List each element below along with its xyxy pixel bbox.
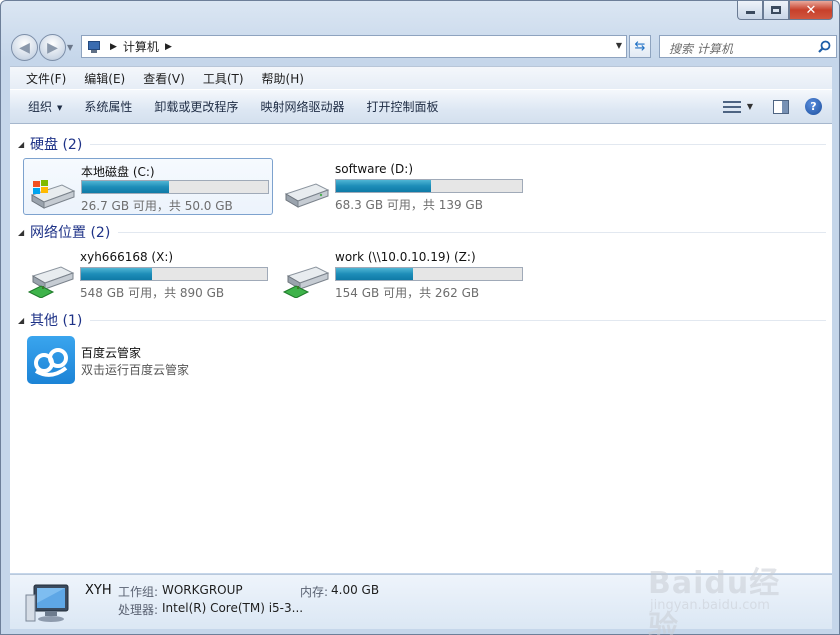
map-network-drive-button[interactable]: 映射网络驱动器 [249,98,355,115]
search-icon[interactable] [818,40,831,53]
group-header-other[interactable]: ◢ 其他 (1) [18,310,826,330]
view-controls: ▼ ? [722,98,822,115]
baidu-jingyan-watermark: Baidu经验 jingyan.baidu.com [646,546,806,635]
search-input[interactable]: 搜索 计算机 [659,35,837,58]
drive-usage-fill [82,181,169,193]
drive-name: software (D:) [335,162,413,176]
menu-view[interactable]: 查看(V) [134,70,194,87]
navigation-row: ◀ ▶ ▼ ▶ 计算机 ▶ ▼ ⇆ 搜索 计算机 [9,31,837,61]
divider [90,319,826,321]
refresh-icon: ⇆ [634,39,646,54]
caption-buttons: ✕ [737,1,833,20]
memory-label: 内存: [300,585,329,599]
menu-file[interactable]: 文件(F) [17,70,75,87]
menu-help[interactable]: 帮助(H) [253,70,313,87]
divider [118,231,826,233]
drive-name: work (\\10.0.10.19) (Z:) [335,250,476,264]
system-properties-button[interactable]: 系统属性 [73,98,143,115]
explorer-window: ✕ ◀ ▶ ▼ ▶ 计算机 ▶ ▼ ⇆ 搜索 计算机 文件(F) 编辑(E) 查… [0,0,840,635]
maximize-button[interactable] [763,1,789,20]
open-control-panel-button[interactable]: 打开控制面板 [355,98,449,115]
drive-tile-x[interactable]: xyh666168 (X:) 548 GB 可用，共 890 GB [23,246,273,303]
watermark-sub: jingyan.baidu.com [650,598,770,613]
divider [90,143,826,145]
network-drive-icon [282,266,330,298]
collapse-arrow-icon[interactable]: ◢ [18,228,30,237]
group-title: 其他 (1) [30,313,83,329]
drive-usage-bar [80,267,268,281]
refresh-button[interactable]: ⇆ [629,35,651,58]
drive-name: xyh666168 (X:) [80,250,174,264]
baidu-cloud-shortcut[interactable]: 百度云管家 双击运行百度云管家 [25,334,305,386]
drive-usage-text: 26.7 GB 可用，共 50.0 GB [81,199,233,213]
group-title: 硬盘 (2) [30,137,83,153]
chevron-down-icon: ▼ [57,104,63,112]
forward-button[interactable]: ▶ [39,34,66,61]
breadcrumb-arrow-icon[interactable]: ▶ [110,42,117,52]
preview-pane-icon[interactable] [773,99,789,114]
address-dropdown-icon[interactable]: ▼ [616,41,622,50]
drive-usage-text: 154 GB 可用，共 262 GB [335,286,480,300]
menu-tools[interactable]: 工具(T) [194,70,253,87]
drive-usage-bar [81,180,269,194]
group-title: 网络位置 (2) [30,225,111,241]
uninstall-program-button[interactable]: 卸载或更改程序 [143,98,249,115]
address-bar[interactable]: ▶ 计算机 ▶ ▼ [81,35,627,58]
watermark-text: Baidu经验 [648,566,781,635]
drive-tile-z[interactable]: work (\\10.0.10.19) (Z:) 154 GB 可用，共 262… [278,246,528,303]
workgroup-label: 工作组: [118,585,159,599]
memory-value: 4.00 GB [331,583,380,597]
drive-tile-c[interactable]: 本地磁盘 (C:) 26.7 GB 可用，共 50.0 GB [23,158,273,215]
menu-bar: 文件(F) 编辑(E) 查看(V) 工具(T) 帮助(H) [10,66,832,89]
content-area: ◢ 硬盘 (2) 本地磁盘 (C:) 26.7 GB 可用，共 50.0 GB [10,124,832,573]
help-icon[interactable]: ? [805,98,822,115]
drive-tile-d[interactable]: software (D:) 68.3 GB 可用，共 139 GB [278,158,528,215]
drive-usage-text: 548 GB 可用，共 890 GB [80,286,225,300]
group-header-network[interactable]: ◢ 网络位置 (2) [18,222,826,242]
organize-label: 组织 [28,100,53,114]
hard-drive-icon [284,183,330,208]
close-icon: ✕ [805,2,817,18]
organize-button[interactable]: 组织 ▼ [17,98,73,115]
drive-usage-text: 68.3 GB 可用，共 139 GB [335,198,483,212]
app-name: 百度云管家 [81,346,142,360]
windows-drive-icon [30,180,76,209]
group-header-hard-disks[interactable]: ◢ 硬盘 (2) [18,134,826,154]
drive-usage-fill [336,180,431,192]
close-button[interactable]: ✕ [789,1,833,20]
drive-usage-bar [335,179,523,193]
recent-pages-dropdown[interactable]: ▼ [67,43,73,52]
breadcrumb-computer[interactable]: 计算机 [123,38,159,55]
drive-usage-fill [81,268,153,280]
computer-icon [25,584,69,622]
command-bar: 组织 ▼ 系统属性 卸载或更改程序 映射网络驱动器 打开控制面板 ▼ ? [10,89,832,124]
processor-value: Intel(R) Core(TM) i5-3... [162,601,304,615]
back-arrow-icon: ◀ [19,39,30,56]
processor-label: 处理器: [118,603,159,617]
search-placeholder: 搜索 计算机 [669,42,733,56]
maximize-icon [771,6,781,14]
drive-usage-bar [335,267,523,281]
app-description: 双击运行百度云管家 [81,363,190,377]
computer-icon [86,40,104,54]
minimize-icon [745,11,755,14]
collapse-arrow-icon[interactable]: ◢ [18,316,30,325]
back-button[interactable]: ◀ [11,34,38,61]
workgroup-value: WORKGROUP [162,583,243,597]
baidu-cloud-icon [27,336,75,384]
forward-arrow-icon: ▶ [47,39,58,56]
drive-usage-fill [336,268,413,280]
collapse-arrow-icon[interactable]: ◢ [18,140,30,149]
menu-edit[interactable]: 编辑(E) [75,70,134,87]
view-options-dropdown-icon[interactable]: ▼ [747,102,753,111]
breadcrumb-arrow-icon[interactable]: ▶ [165,42,172,52]
drive-name: 本地磁盘 (C:) [81,165,155,179]
network-drive-icon [27,266,75,298]
change-view-icon[interactable] [722,100,741,114]
minimize-button[interactable] [737,1,763,20]
computer-name: XYH [85,583,112,598]
